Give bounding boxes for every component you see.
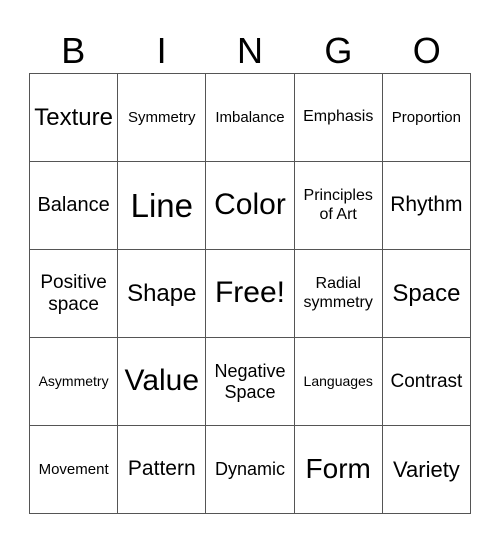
bingo-cell[interactable]: Color	[206, 162, 295, 250]
bingo-cell[interactable]: Line	[118, 162, 207, 250]
bingo-card-grid: Texture Symmetry Imbalance Emphasis Prop…	[29, 73, 471, 514]
bingo-cell[interactable]: Proportion	[382, 74, 471, 162]
header-letter-n: N	[236, 30, 263, 71]
bingo-cell-free[interactable]: Free!	[206, 250, 295, 338]
bingo-cell[interactable]: Pattern	[118, 426, 207, 514]
bingo-cell[interactable]: Negative Space	[206, 338, 295, 426]
header-letter-i: I	[156, 30, 167, 71]
header-letter-b: B	[61, 30, 86, 71]
bingo-cell[interactable]: Rhythm	[382, 162, 471, 250]
header-letter-g: G	[324, 30, 353, 71]
bingo-cell[interactable]: Texture	[30, 74, 119, 162]
bingo-cell[interactable]: Dynamic	[206, 426, 295, 514]
bingo-cell[interactable]: Shape	[118, 250, 207, 338]
bingo-cell[interactable]: Value	[118, 338, 207, 426]
bingo-cell[interactable]: Emphasis	[294, 74, 383, 162]
bingo-cell[interactable]: Positive space	[30, 250, 119, 338]
bingo-cell[interactable]: Imbalance	[206, 74, 295, 162]
bingo-cell[interactable]: Balance	[30, 162, 119, 250]
bingo-cell[interactable]: Radial symmetry	[294, 250, 383, 338]
bingo-cell[interactable]: Symmetry	[118, 74, 207, 162]
bingo-cell[interactable]: Languages	[294, 338, 383, 426]
bingo-cell[interactable]: Variety	[382, 426, 471, 514]
bingo-cell[interactable]: Movement	[30, 426, 119, 514]
header-letter-o: O	[412, 30, 441, 71]
bingo-header: B I N G O	[29, 30, 471, 72]
bingo-cell[interactable]: Contrast	[382, 338, 471, 426]
bingo-cell[interactable]: Asymmetry	[30, 338, 119, 426]
bingo-cell[interactable]: Space	[382, 250, 471, 338]
bingo-cell[interactable]: Form	[294, 426, 383, 514]
bingo-cell[interactable]: Principles of Art	[294, 162, 383, 250]
